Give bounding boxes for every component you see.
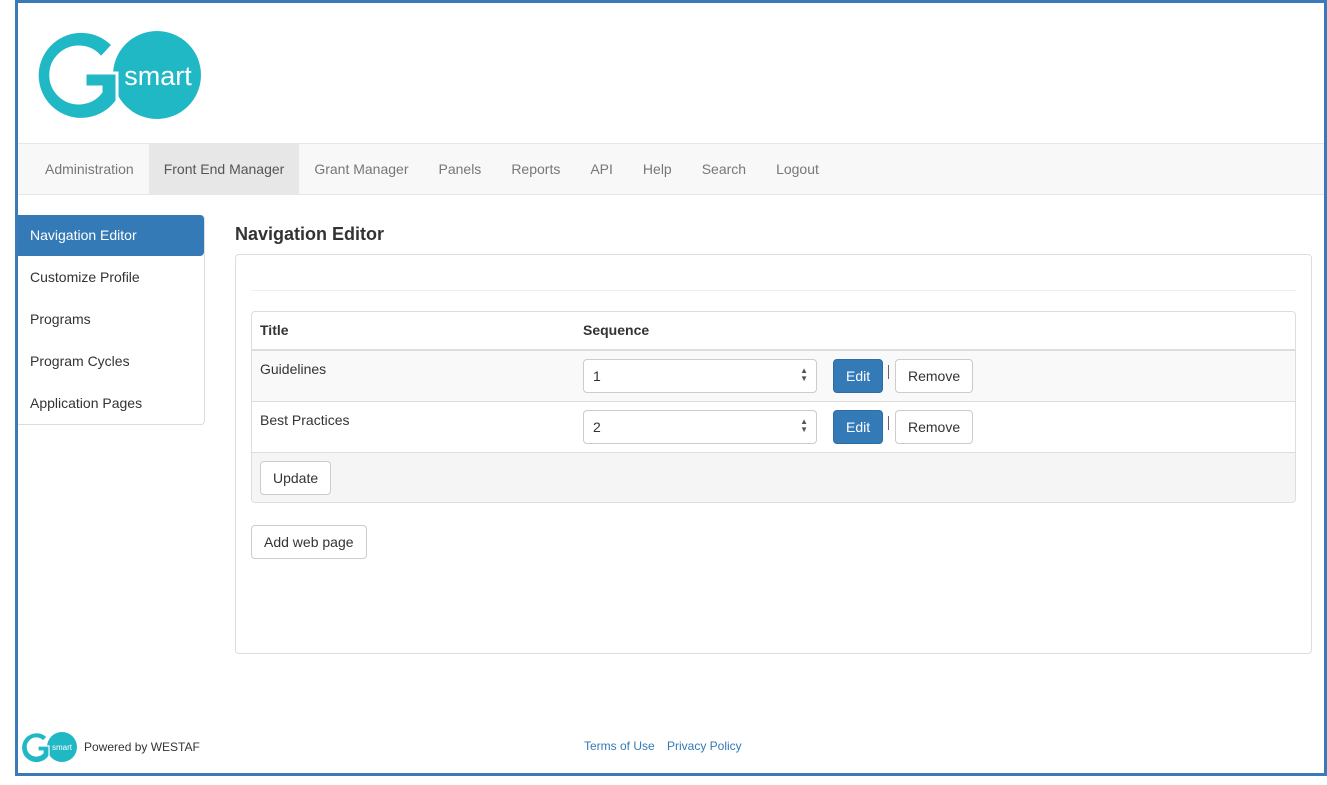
nav-item-administration[interactable]: Administration [30,144,149,194]
nav-item-panels[interactable]: Panels [424,144,497,194]
privacy-policy-link[interactable]: Privacy Policy [667,739,742,753]
table-row: Best Practices 2 ▲ ▼ Edit Remove [252,401,1295,452]
sequence-select[interactable]: 2 ▲ ▼ [583,410,817,444]
gosmart-logo[interactable]: smart [29,29,204,121]
nav-item-front-end-manager[interactable]: Front End Manager [148,144,300,194]
nav-item-grant-manager[interactable]: Grant Manager [299,144,423,194]
powered-by-text: Powered by WESTAF [84,740,200,754]
remove-button[interactable]: Remove [895,410,974,444]
sidebar: Navigation Editor Customize Profile Prog… [18,215,205,425]
select-arrows-icon: ▲ ▼ [800,417,808,434]
select-arrows-icon: ▲ ▼ [800,366,808,383]
row-title: Best Practices [260,412,350,428]
sequence-value: 2 [593,419,601,435]
divider [251,290,1296,291]
table-row: Guidelines 1 ▲ ▼ Edit Remove [252,350,1295,401]
sequence-value: 1 [593,368,601,384]
edit-button[interactable]: Edit [833,410,884,444]
add-web-page-button[interactable]: Add web page [251,525,367,559]
navigation-table: Title Sequence Guidelines 1 ▲ ▼ Edit Remo… [251,311,1296,503]
nav-item-search[interactable]: Search [687,144,761,194]
footer-gosmart-logo: smart [20,732,77,763]
footer-logo-text: smart [52,743,73,752]
sidebar-item-application-pages[interactable]: Application Pages [18,382,204,424]
button-separator [888,416,889,430]
nav-item-reports[interactable]: Reports [496,144,575,194]
logo-text: smart [124,61,192,91]
app-frame: smart Administration Front End Manager G… [15,0,1327,776]
sidebar-item-programs[interactable]: Programs [18,298,204,340]
column-header-title: Title [260,322,289,338]
nav-item-logout[interactable]: Logout [761,144,834,194]
sidebar-item-program-cycles[interactable]: Program Cycles [18,340,204,382]
button-separator [888,365,889,379]
page-title: Navigation Editor [235,224,385,244]
column-header-sequence: Sequence [583,322,650,338]
remove-button[interactable]: Remove [895,359,974,393]
main-panel: Title Sequence Guidelines 1 ▲ ▼ Edit Remo… [235,254,1312,654]
table-header-row: Title Sequence [252,312,1295,350]
update-button[interactable]: Update [260,461,332,495]
table-footer-row: Update [252,452,1295,502]
nav-item-api[interactable]: API [575,144,628,194]
nav-item-help[interactable]: Help [628,144,687,194]
main-navbar: Administration Front End Manager Grant M… [18,143,1324,195]
sidebar-item-navigation-editor[interactable]: Navigation Editor [18,215,204,256]
sequence-select[interactable]: 1 ▲ ▼ [583,359,817,393]
edit-button[interactable]: Edit [833,359,884,393]
sidebar-item-customize-profile[interactable]: Customize Profile [18,256,204,298]
row-title: Guidelines [260,361,327,377]
terms-of-use-link[interactable]: Terms of Use [584,739,655,753]
